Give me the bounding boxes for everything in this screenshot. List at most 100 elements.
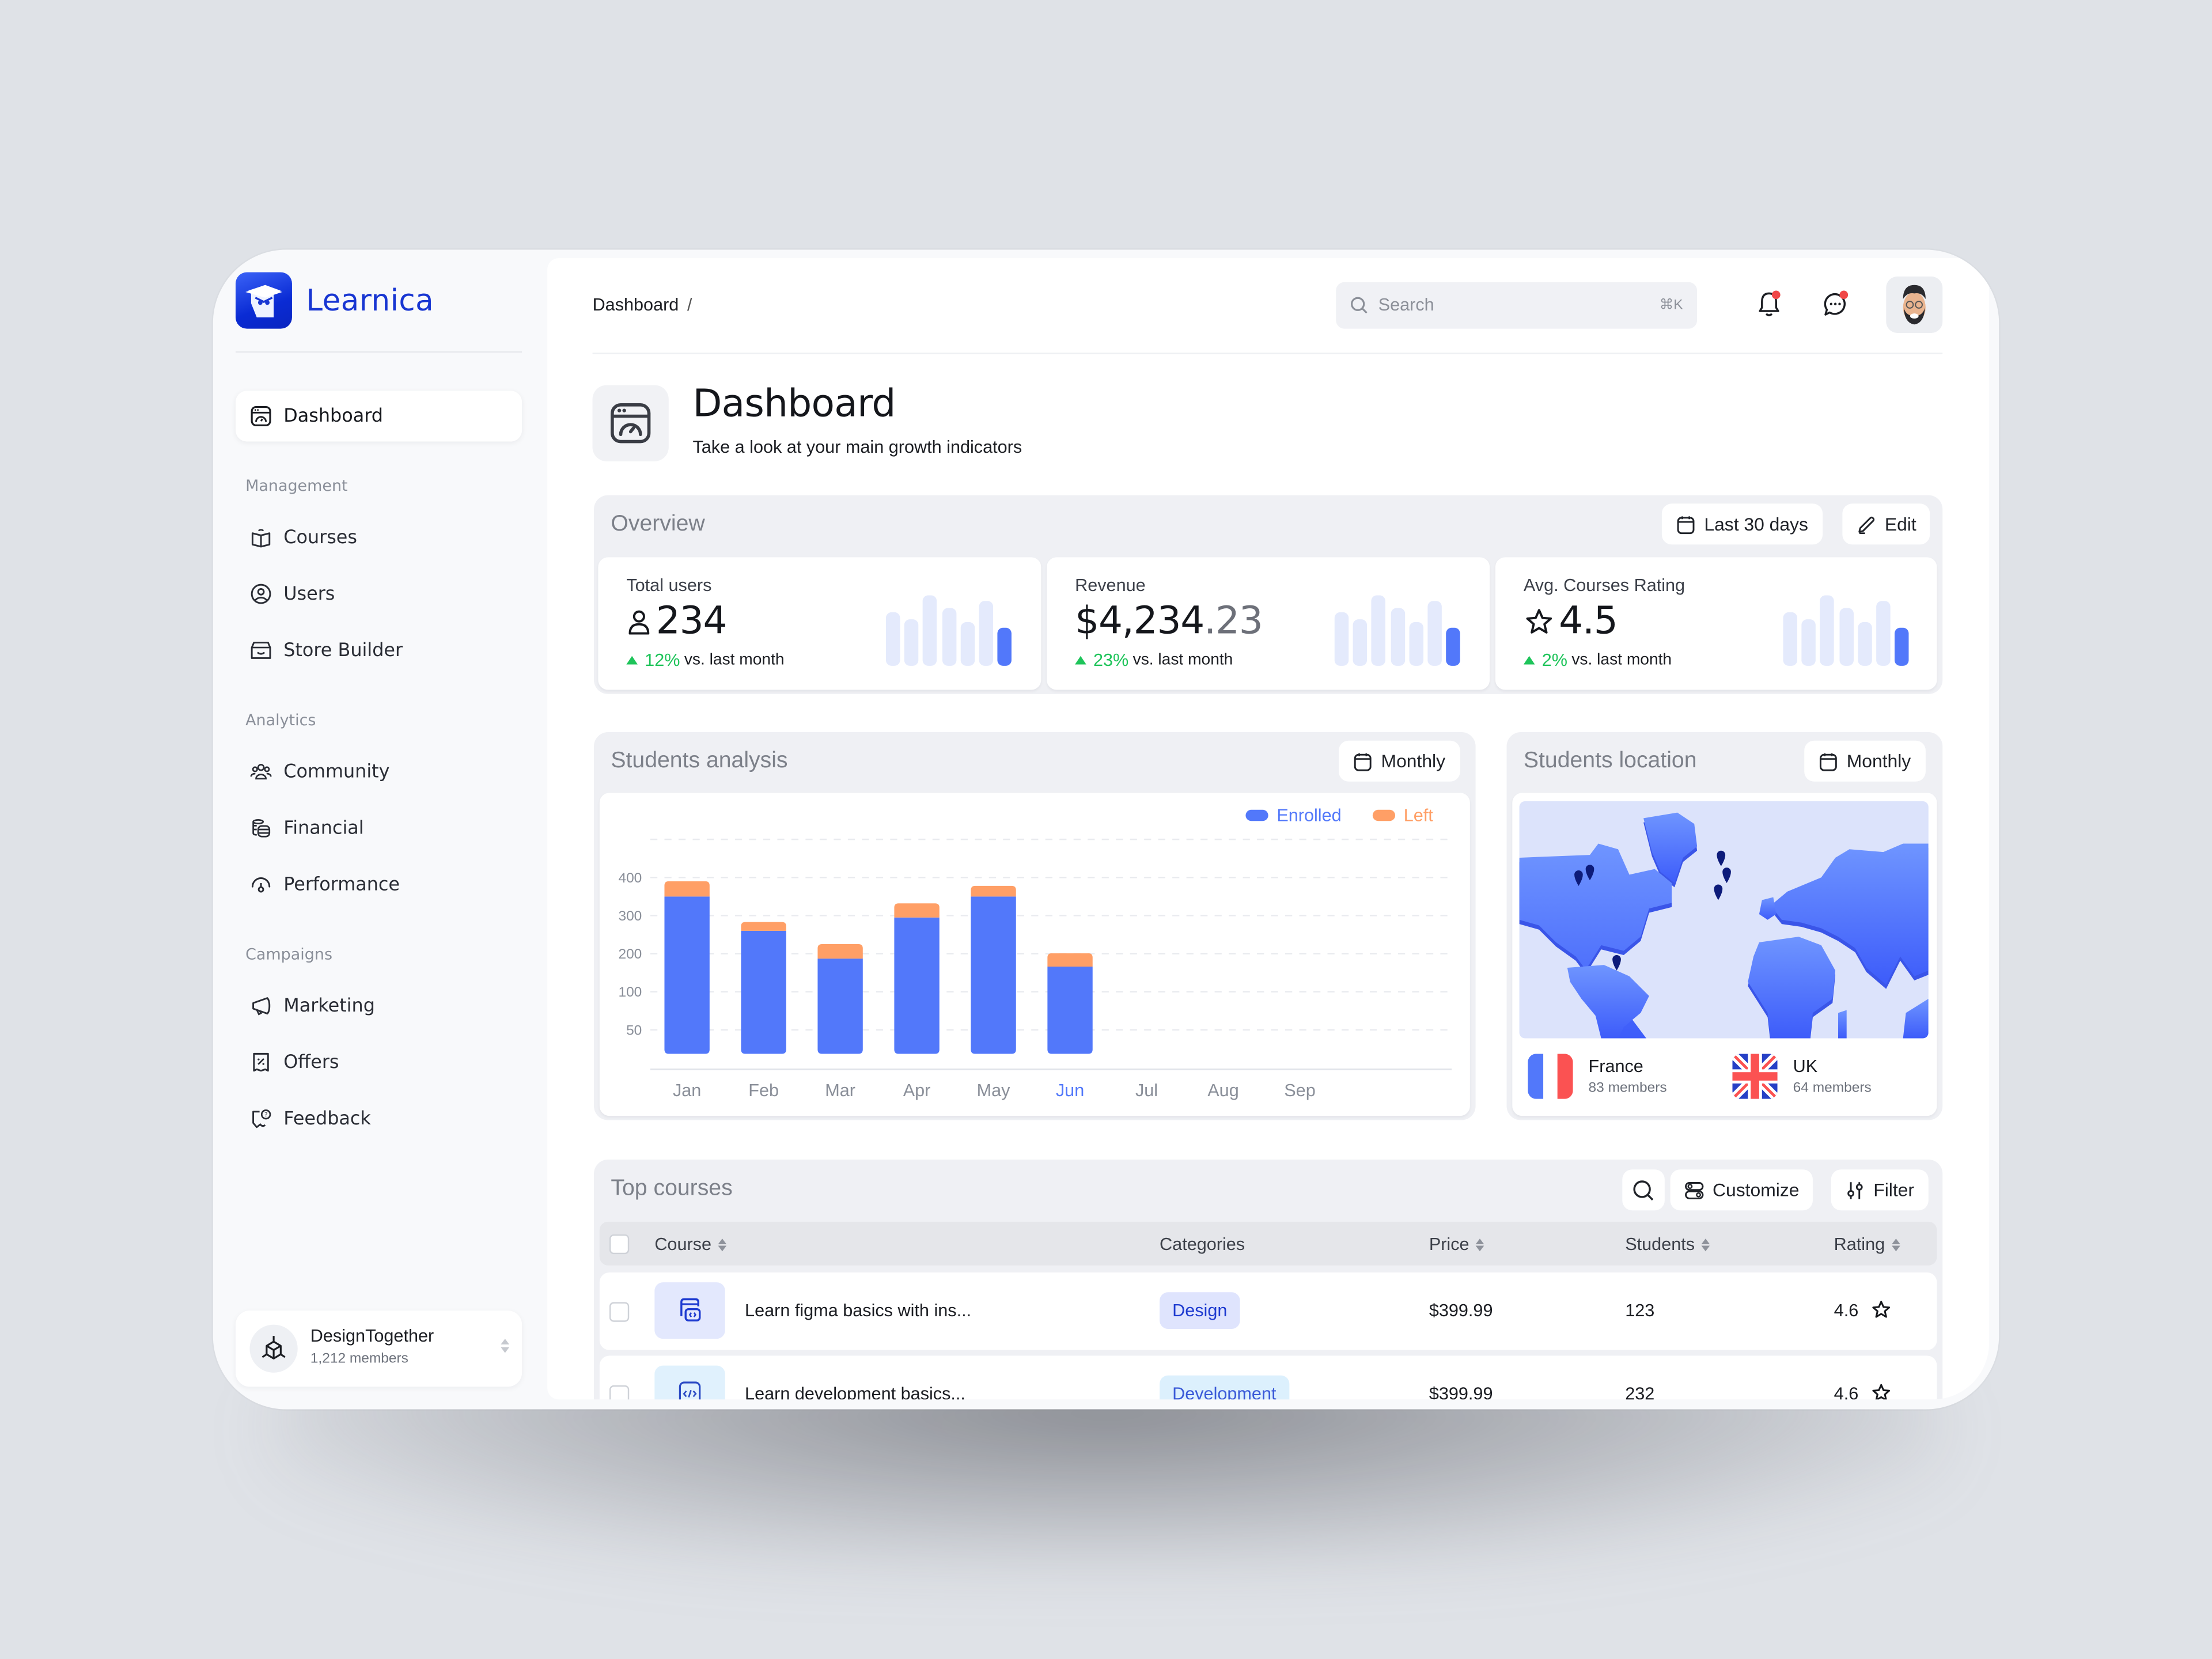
world-map[interactable]: [1519, 801, 1929, 1039]
stat-card-revenue[interactable]: Revenue $4,234.23 23% vs. last month: [1047, 557, 1490, 690]
students-location-title: Students location: [1523, 749, 1697, 774]
search-icon: [1633, 1180, 1654, 1200]
stat-change-percent: 12%: [645, 650, 680, 671]
select-all-checkbox[interactable]: [609, 1234, 630, 1255]
location-period-button[interactable]: Monthly: [1804, 740, 1925, 782]
table-row[interactable]: Learn development basics... Development …: [599, 1355, 1937, 1400]
stat-value: 234: [626, 600, 728, 643]
edit-button[interactable]: Edit: [1842, 503, 1931, 545]
x-tick-label: Sep: [1284, 1081, 1315, 1100]
code-icon: [679, 1381, 701, 1400]
coins-icon: [252, 819, 271, 838]
sidebar-item-feedback[interactable]: ? Feedback: [249, 1102, 371, 1136]
user-circle-icon: [251, 584, 271, 604]
column-label: Students: [1625, 1234, 1695, 1255]
chart-plot: 50 100 200 300 400 Jan Feb Mar Apr May Jun Jul Aug Se…: [618, 838, 1452, 1100]
y-tick-label: 50: [626, 1022, 642, 1038]
analysis-period-button[interactable]: Monthly: [1339, 740, 1460, 782]
search-icon: [1351, 297, 1368, 314]
sidebar-item-label: Performance: [283, 874, 400, 895]
stat-card-total-users[interactable]: Total users 234 12% vs. last month: [598, 557, 1041, 690]
column-header-rating[interactable]: Rating: [1834, 1234, 1901, 1254]
sparkline-bar: [1409, 622, 1423, 666]
dashboard-gauge-icon: [251, 406, 271, 426]
table-row[interactable]: Learn figma basics with ins... Design $3…: [599, 1272, 1937, 1350]
stat-card-avg-rating[interactable]: Avg. Courses Rating 4.5 2% vs. last month: [1495, 557, 1937, 690]
star-icon: [1526, 608, 1552, 633]
stat-change-percent: 2%: [1541, 650, 1568, 671]
messages-button[interactable]: [1820, 289, 1851, 320]
calendar-icon: [1677, 516, 1695, 533]
course-price: $399.99: [1429, 1384, 1493, 1400]
course-name[interactable]: Learn development basics...: [745, 1384, 965, 1399]
message-badge: [1839, 290, 1849, 300]
sparkline-bar: [885, 611, 900, 666]
sparkline: [885, 595, 1016, 666]
sidebar-item-financial[interactable]: Financial: [249, 811, 364, 845]
stat-change-suffix: vs. last month: [684, 652, 785, 669]
course-price: $399.99: [1429, 1300, 1493, 1321]
sidebar-item-marketing[interactable]: Marketing: [249, 989, 375, 1023]
chevron-up-down-icon: [501, 1339, 510, 1353]
course-rating: 4.6: [1834, 1300, 1859, 1321]
sliders-icon: [1847, 1181, 1863, 1199]
avatar-image: [1903, 285, 1926, 325]
workspace-switcher[interactable]: DesignTogether 1,212 members: [235, 1310, 522, 1387]
workspace-avatar: [249, 1324, 298, 1373]
sidebar-item-store-builder[interactable]: Store Builder: [249, 634, 403, 668]
students-analysis-title: Students analysis: [611, 749, 788, 774]
sidebar-item-label: Feedback: [283, 1108, 371, 1130]
learnica-logo-icon[interactable]: [235, 272, 292, 329]
row-checkbox[interactable]: [609, 1302, 630, 1322]
sidebar-item-users[interactable]: Users: [249, 577, 335, 611]
notifications-button[interactable]: [1753, 289, 1785, 320]
stat-change-suffix: vs. last month: [1571, 652, 1672, 669]
sparkline-bar: [979, 600, 994, 666]
column-header-students[interactable]: Students: [1625, 1234, 1711, 1255]
breadcrumb: Dashboard /: [593, 295, 692, 315]
stat-value: $4,234.23: [1075, 600, 1263, 643]
top-courses-panel: Top courses Customize Filter Course Cate…: [594, 1160, 1943, 1400]
book-icon: [251, 529, 271, 548]
filter-button[interactable]: Filter: [1831, 1169, 1929, 1211]
column-header-course[interactable]: Course: [654, 1234, 727, 1254]
search-input[interactable]: Search ⌘K: [1336, 282, 1698, 329]
sidebar-item-label: Financial: [283, 817, 364, 839]
bar-enrolled: [894, 917, 940, 1054]
sparkline-bar: [904, 618, 919, 666]
sidebar-item-label: Store Builder: [283, 639, 403, 661]
user-avatar[interactable]: [1886, 276, 1943, 333]
search-shortcut: ⌘K: [1659, 297, 1683, 313]
workspace-name: DesignTogether: [310, 1326, 434, 1346]
megaphone-icon: [252, 997, 271, 1016]
bar-left: [894, 903, 940, 918]
sidebar-item-courses[interactable]: Courses: [249, 521, 357, 555]
x-tick-label: Feb: [748, 1081, 779, 1100]
speedometer-icon: [251, 877, 271, 893]
x-tick-label: May: [977, 1081, 1011, 1100]
sidebar-item-dashboard-content[interactable]: Dashboard: [249, 399, 383, 433]
bar-enrolled: [741, 930, 786, 1054]
sparkline: [1783, 595, 1913, 666]
table-search-button[interactable]: [1622, 1169, 1665, 1211]
y-tick-label: 300: [618, 908, 642, 924]
breadcrumb-item-dashboard[interactable]: Dashboard: [593, 295, 679, 315]
bar-enrolled: [817, 959, 863, 1054]
column-header-price[interactable]: Price: [1429, 1234, 1485, 1254]
star-icon: [1872, 1301, 1891, 1318]
sidebar-item-label: Dashboard: [283, 406, 383, 427]
svg-text:?: ?: [264, 1111, 268, 1119]
customize-button[interactable]: Customize: [1670, 1169, 1813, 1211]
sidebar-item-performance[interactable]: Performance: [249, 868, 400, 902]
sidebar-item-community[interactable]: Community: [249, 755, 390, 789]
sidebar-item-offers[interactable]: Offers: [249, 1046, 339, 1080]
course-name[interactable]: Learn figma basics with ins...: [745, 1301, 971, 1320]
category-badge: Development: [1160, 1375, 1289, 1400]
date-range-button[interactable]: Last 30 days: [1661, 503, 1823, 545]
row-checkbox[interactable]: [609, 1385, 630, 1400]
header-divider: [592, 353, 1943, 354]
x-tick-label: Jun: [1056, 1081, 1084, 1100]
sidebar-item-label: Offers: [283, 1051, 339, 1073]
stat-value: 4.5: [1524, 600, 1618, 643]
app-window: Learnica Dashboard Management Courses Us…: [213, 249, 1999, 1410]
